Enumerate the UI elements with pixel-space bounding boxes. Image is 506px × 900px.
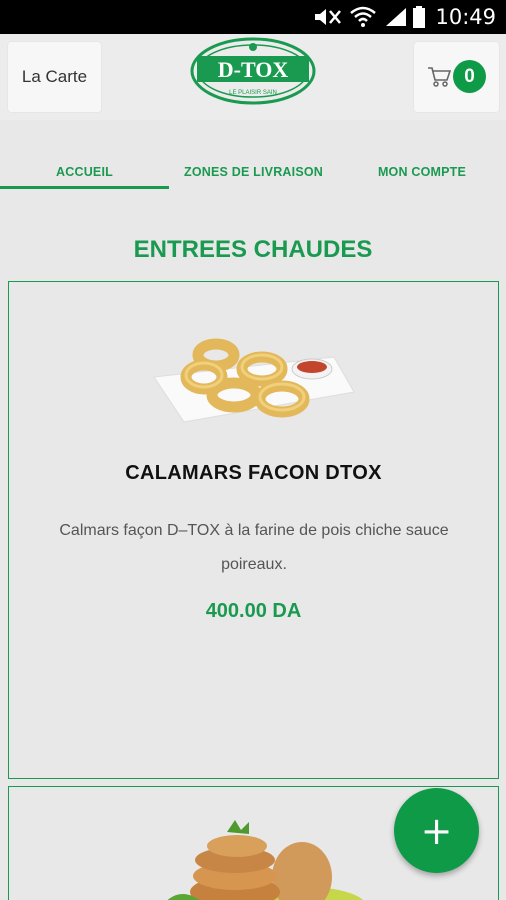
app-header: La Carte D-TOX LE PLAISIR SAIN 0 <box>0 34 506 120</box>
status-time: 10:49 <box>435 5 496 29</box>
signal-icon <box>386 8 406 26</box>
tab-zones-de-livraison[interactable]: ZONES DE LIVRAISON <box>169 155 338 189</box>
add-fab-button[interactable]: + <box>394 788 479 873</box>
tab-mon-compte[interactable]: MON COMPTE <box>338 155 506 189</box>
product-name: CALAMARS FACON DTOX <box>125 462 382 484</box>
svg-text:D-TOX: D-TOX <box>218 57 289 82</box>
cart-button[interactable]: 0 <box>414 42 499 112</box>
svg-text:LE PLAISIR SAIN: LE PLAISIR SAIN <box>229 90 277 96</box>
section-title: ENTREES CHAUDES <box>133 236 373 263</box>
product-card[interactable]: CALAMARS FACON DTOX Calmars façon D–TOX … <box>8 281 499 779</box>
dtox-logo: D-TOX LE PLAISIR SAIN <box>190 37 316 105</box>
cart-count-badge: 0 <box>453 60 486 93</box>
active-tab-indicator <box>0 186 169 189</box>
nav-tabs: ACCUEIL ZONES DE LIVRAISON MON COMPTE <box>0 155 506 189</box>
cart-icon <box>428 67 451 87</box>
mute-icon <box>315 9 341 25</box>
product-image-calamars <box>153 338 355 423</box>
menu-button[interactable]: La Carte <box>8 42 101 112</box>
status-bar: 10:49 <box>0 0 506 34</box>
product-price: 400.00 DA <box>205 600 302 622</box>
product-image-galettes <box>167 820 364 900</box>
product-description: Calmars façon D–TOX à la farine de pois … <box>59 522 449 573</box>
tab-accueil[interactable]: ACCUEIL <box>0 155 169 189</box>
battery-icon <box>413 6 425 28</box>
wifi-icon <box>350 6 376 27</box>
